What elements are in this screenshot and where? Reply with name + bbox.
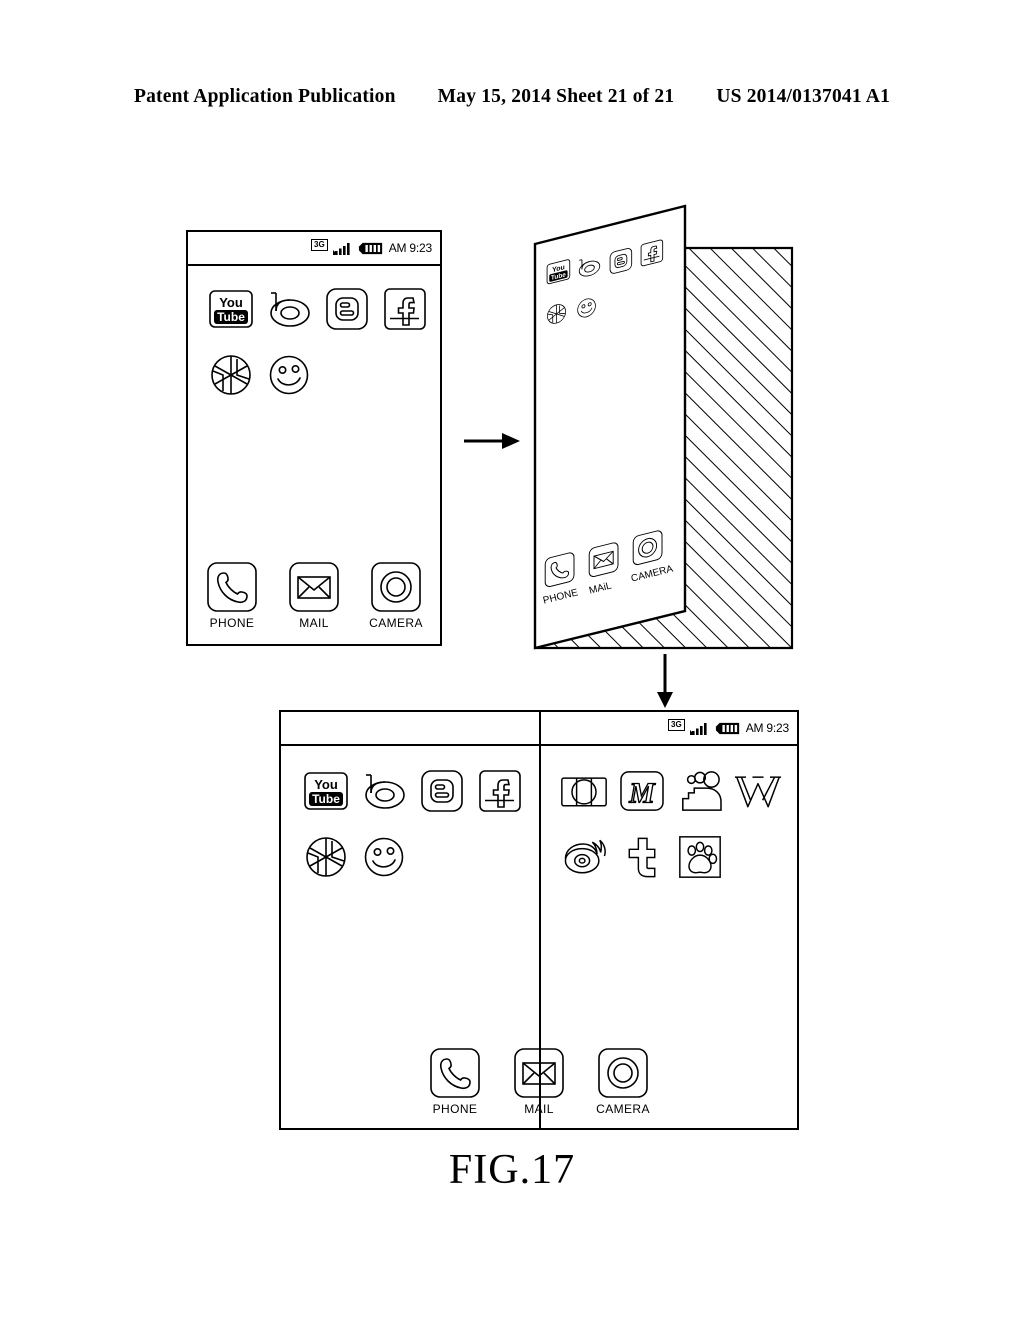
- app-icon-smiley[interactable]: [260, 348, 318, 402]
- publication-header: Patent Application Publication May 15, 2…: [0, 86, 1024, 108]
- dock-item-mail[interactable]: MAIL: [283, 561, 345, 630]
- dock-label-phone: PHONE: [209, 616, 255, 630]
- app-icon-tumblr[interactable]: [613, 830, 671, 884]
- dock-item-phone[interactable]: PHONE: [201, 561, 263, 630]
- phone-handset-icon: [429, 1047, 481, 1099]
- battery-icon: [715, 722, 741, 735]
- persp-dock-label-mail: MAiL: [588, 580, 613, 597]
- envelope-icon: [513, 1047, 565, 1099]
- dock-label-camera: CAMERA: [596, 1102, 650, 1116]
- dock-item-mail[interactable]: MAIL: [508, 1047, 570, 1116]
- app-icon-youtube[interactable]: [297, 764, 355, 818]
- app-icon-people[interactable]: [671, 764, 729, 818]
- clock-label: AM 9:23: [388, 241, 432, 255]
- dual-dock: PHONE MAIL CAMERA: [281, 1047, 797, 1116]
- camera-lens-icon: [597, 1047, 649, 1099]
- publication-date-sheet: May 15, 2014 Sheet 21 of 21: [437, 86, 675, 107]
- app-icon-smiley[interactable]: [355, 830, 413, 884]
- network-3g-icon: 3G: [668, 719, 685, 731]
- perspective-icons: PHONE MAiL CAMERA: [530, 196, 798, 652]
- folding-screen-perspective: PHONE MAiL CAMERA: [530, 196, 798, 652]
- dock-item-camera[interactable]: CAMERA: [592, 1047, 654, 1116]
- publication-number: US 2014/0137041 A1: [716, 86, 891, 107]
- battery-icon: [358, 242, 384, 255]
- app-icon-baidu[interactable]: [671, 830, 729, 884]
- envelope-icon: [288, 561, 340, 613]
- app-icon-picasa[interactable]: [202, 348, 260, 402]
- arrow-right-icon: [464, 433, 520, 449]
- app-icon-picasa[interactable]: [297, 830, 355, 884]
- dock-label-mail: MAIL: [299, 616, 329, 630]
- dual-status-indicators: 3G AM 9:23: [668, 719, 789, 735]
- app-icon-wikipedia[interactable]: [729, 764, 787, 818]
- clock-label: AM 9:23: [745, 721, 789, 735]
- figure-caption: FIG.17: [448, 1147, 576, 1193]
- left-app-row-2: [297, 830, 539, 884]
- dock-label-camera: CAMERA: [369, 616, 423, 630]
- app-row-2: [202, 348, 440, 402]
- dock-item-phone[interactable]: PHONE: [424, 1047, 486, 1116]
- app-icon-instagram[interactable]: [555, 764, 613, 818]
- signal-bars-icon: [333, 241, 353, 255]
- app-icon-bebo[interactable]: [355, 764, 413, 818]
- app-icon-myspace-m[interactable]: M: [613, 764, 671, 818]
- persp-dock-label-camera: CAMERA: [630, 563, 675, 585]
- persp-dock-label-phone: PHONE: [542, 587, 580, 607]
- left-app-row-1: [297, 764, 539, 818]
- app-icon-youtube[interactable]: [202, 282, 260, 336]
- app-row-1: [202, 282, 440, 336]
- dock-label-phone: PHONE: [432, 1102, 478, 1116]
- app-icon-blogger[interactable]: [318, 282, 376, 336]
- app-grid: [188, 266, 440, 402]
- status-bar: 3G AM 9:23: [188, 232, 440, 266]
- publication-type: Patent Application Publication: [133, 86, 396, 107]
- app-icon-bebo[interactable]: [260, 282, 318, 336]
- phone-handset-icon: [206, 561, 258, 613]
- dock-label-mail: MAIL: [524, 1102, 554, 1116]
- camera-lens-icon: [370, 561, 422, 613]
- app-icon-facebook[interactable]: [376, 282, 434, 336]
- status-indicators: 3G AM 9:23: [311, 239, 432, 255]
- right-app-row-2: [555, 830, 797, 884]
- network-3g-icon: 3G: [311, 239, 328, 251]
- arrow-down-icon: [657, 654, 673, 708]
- app-icon-blogger[interactable]: [413, 764, 471, 818]
- dock-item-camera[interactable]: CAMERA: [365, 561, 427, 630]
- letter-m-glyph: M: [628, 777, 656, 809]
- signal-bars-icon: [690, 721, 710, 735]
- app-icon-facebook[interactable]: [471, 764, 529, 818]
- single-screen-phone: 3G AM 9:23 PHONE MAIL CAMERA: [186, 230, 442, 646]
- dock: PHONE MAIL CAMERA: [188, 561, 440, 630]
- dual-screen-expanded: 3G AM 9:23 M PHONE MAIL CAMERA: [279, 710, 799, 1130]
- right-app-row-1: M: [555, 764, 797, 818]
- app-icon-weibo[interactable]: [555, 830, 613, 884]
